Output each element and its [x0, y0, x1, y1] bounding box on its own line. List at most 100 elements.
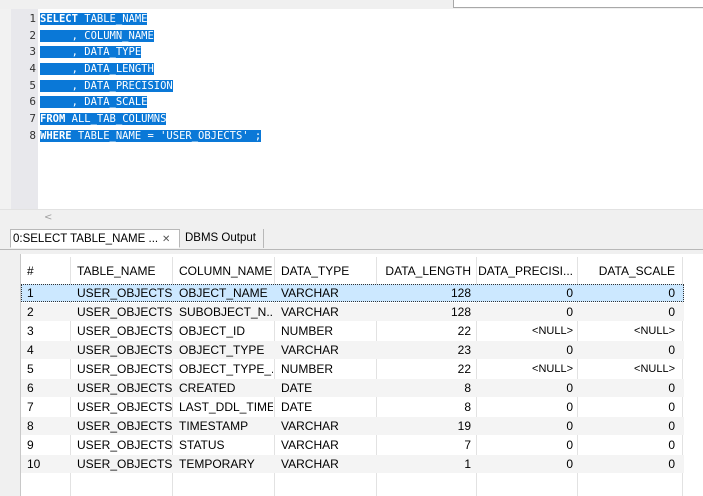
table-cell[interactable]: VARCHAR [281, 436, 373, 454]
table-cell[interactable]: USER_OBJECTS [77, 303, 172, 321]
table-row[interactable]: 2 USER_OBJECTS SUBOBJECT_N... VARCHAR 128 0 0 [21, 303, 684, 321]
table-cell[interactable]: <NULL> [580, 360, 675, 378]
close-icon[interactable]: ✕ [162, 230, 170, 249]
column-header[interactable]: COLUMN_NAME [179, 264, 273, 278]
table-row[interactable]: 7 USER_OBJECTS LAST_DDL_TIME DATE 8 0 0 [21, 398, 684, 416]
table-cell[interactable]: 0 [478, 436, 573, 454]
table-cell[interactable]: 0 [478, 379, 573, 397]
table-cell[interactable]: <NULL> [478, 360, 573, 378]
table-cell[interactable]: 0 [478, 398, 573, 416]
table-cell[interactable]: 0 [580, 341, 675, 359]
table-cell[interactable]: 0 [478, 455, 573, 473]
editor-horizontal-scrollbar[interactable]: < [0, 209, 703, 227]
table-cell[interactable]: USER_OBJECTS [77, 341, 172, 359]
table-cell[interactable]: 0 [580, 284, 675, 302]
table-cell[interactable]: VARCHAR [281, 417, 373, 435]
table-cell[interactable]: VARCHAR [281, 284, 373, 302]
table-cell[interactable]: NUMBER [281, 322, 373, 340]
column-header[interactable]: TABLE_NAME [77, 264, 172, 278]
table-row[interactable]: 5 USER_OBJECTS OBJECT_TYPE_... NUMBER 22 <NUL… [21, 360, 684, 378]
table-cell[interactable]: 8 [378, 398, 471, 416]
table-cell[interactable]: 10 [27, 455, 67, 473]
table-row[interactable]: 6 USER_OBJECTS CREATED DATE 8 0 0 [21, 379, 684, 397]
table-cell[interactable]: 1 [378, 455, 471, 473]
table-cell[interactable]: USER_OBJECTS [77, 360, 172, 378]
table-cell[interactable]: 7 [27, 398, 67, 416]
table-cell[interactable]: TIMESTAMP [179, 417, 273, 435]
column-header[interactable]: DATA_PRECISI... [478, 264, 573, 278]
column-header[interactable]: DATA_SCALE [580, 264, 675, 278]
table-cell[interactable]: OBJECT_NAME [179, 284, 273, 302]
table-cell[interactable]: 22 [378, 322, 471, 340]
table-cell[interactable]: 0 [478, 284, 573, 302]
table-cell[interactable]: DATE [281, 398, 373, 416]
table-cell[interactable]: 0 [580, 303, 675, 321]
table-cell[interactable]: 1 [27, 284, 67, 302]
column-header[interactable]: DATA_LENGTH [378, 264, 471, 278]
table-cell[interactable]: NUMBER [281, 360, 373, 378]
table-cell[interactable]: <NULL> [580, 322, 675, 340]
scroll-left-arrow-icon[interactable]: < [44, 212, 52, 223]
table-cell[interactable]: 8 [378, 379, 471, 397]
table-cell[interactable]: 128 [378, 303, 471, 321]
tab-dbms-output[interactable]: DBMS Output [182, 229, 264, 248]
table-cell[interactable]: 5 [27, 360, 67, 378]
table-cell[interactable]: 128 [378, 284, 471, 302]
table-cell[interactable]: 4 [27, 341, 67, 359]
table-cell[interactable]: USER_OBJECTS [77, 322, 172, 340]
sql-text: , DATA_PRECISION [40, 79, 173, 92]
table-cell[interactable]: USER_OBJECTS [77, 284, 172, 302]
table-cell[interactable]: CREATED [179, 379, 273, 397]
table-row[interactable]: 10 USER_OBJECTS TEMPORARY VARCHAR 1 0 0 [21, 455, 684, 473]
table-cell[interactable]: 6 [27, 379, 67, 397]
line-number: 7 [29, 112, 36, 126]
table-cell[interactable]: OBJECT_ID [179, 322, 273, 340]
table-cell[interactable]: <NULL> [478, 322, 573, 340]
table-cell[interactable]: LAST_DDL_TIME [179, 398, 273, 416]
table-cell[interactable]: 7 [378, 436, 471, 454]
table-cell[interactable]: 0 [478, 303, 573, 321]
sql-editor[interactable]: 1 2 3 4 5 6 7 8 SELECT TABLE_NAME , COLUMN_NAME… [0, 0, 703, 209]
sql-keyword: WHERE [40, 129, 72, 142]
table-cell[interactable]: VARCHAR [281, 341, 373, 359]
table-cell[interactable]: 2 [27, 303, 67, 321]
table-cell[interactable]: 0 [580, 398, 675, 416]
table-cell[interactable]: 9 [27, 436, 67, 454]
table-cell[interactable]: 23 [378, 341, 471, 359]
table-cell[interactable]: SUBOBJECT_N... [179, 303, 273, 321]
table-cell[interactable]: USER_OBJECTS [77, 455, 172, 473]
table-cell[interactable]: 19 [378, 417, 471, 435]
table-row[interactable]: 8 USER_OBJECTS TIMESTAMP VARCHAR 19 0 0 [21, 417, 684, 435]
column-header[interactable]: # [27, 264, 67, 278]
column-header[interactable]: DATA_TYPE [281, 264, 373, 278]
table-cell[interactable]: 0 [580, 379, 675, 397]
top-input-field[interactable] [453, 0, 703, 8]
table-cell[interactable]: OBJECT_TYPE_... [179, 360, 273, 378]
table-cell[interactable]: USER_OBJECTS [77, 398, 172, 416]
table-cell[interactable]: USER_OBJECTS [77, 436, 172, 454]
table-cell[interactable]: 0 [580, 436, 675, 454]
table-cell[interactable]: 3 [27, 322, 67, 340]
table-row[interactable]: 1 USER_OBJECTS OBJECT_NAME VARCHAR 128 0 0 [21, 284, 684, 302]
table-cell[interactable]: 22 [378, 360, 471, 378]
sql-text: , COLUMN_NAME [40, 29, 154, 42]
table-cell[interactable]: USER_OBJECTS [77, 379, 172, 397]
table-cell[interactable]: USER_OBJECTS [77, 417, 172, 435]
table-cell[interactable]: 0 [478, 341, 573, 359]
table-cell[interactable]: 0 [580, 455, 675, 473]
table-cell[interactable]: VARCHAR [281, 455, 373, 473]
table-row[interactable]: 3 USER_OBJECTS OBJECT_ID NUMBER 22 <NULL> <NUL… [21, 322, 684, 340]
table-cell[interactable]: 0 [478, 417, 573, 435]
table-cell[interactable]: VARCHAR [281, 303, 373, 321]
table-cell[interactable]: TEMPORARY [179, 455, 273, 473]
table-cell[interactable]: 0 [580, 417, 675, 435]
table-cell[interactable]: STATUS [179, 436, 273, 454]
tab-select-results[interactable]: 0:SELECT TABLE_NAME ... ✕ [10, 229, 180, 248]
table-cell[interactable]: OBJECT_TYPE [179, 341, 273, 359]
table-cell[interactable]: 8 [27, 417, 67, 435]
table-row[interactable]: 9 USER_OBJECTS STATUS VARCHAR 7 0 0 [21, 436, 684, 454]
table-cell[interactable]: DATE [281, 379, 373, 397]
line-number: 8 [29, 128, 36, 142]
table-row[interactable]: 4 USER_OBJECTS OBJECT_TYPE VARCHAR 23 0 0 [21, 341, 684, 359]
sql-code[interactable]: SELECT TABLE_NAME , COLUMN_NAME , DATA_T… [40, 11, 262, 145]
